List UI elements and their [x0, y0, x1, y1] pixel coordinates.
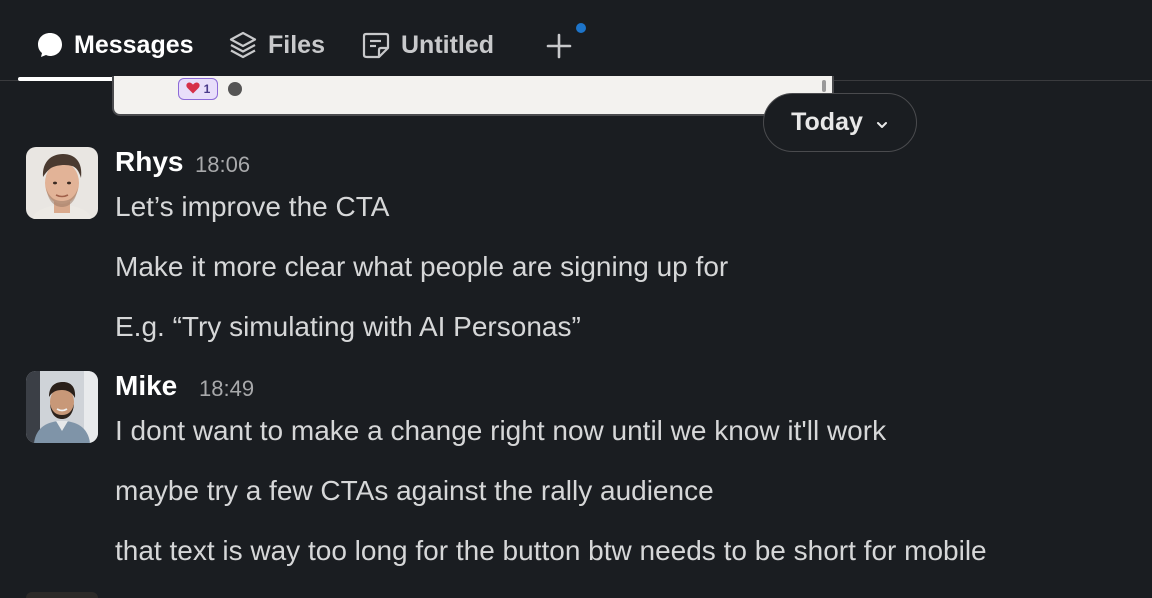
- tab-label: Files: [268, 30, 325, 59]
- add-reaction-icon[interactable]: [228, 82, 242, 96]
- reaction-chip[interactable]: 1: [178, 78, 218, 100]
- attachment-preview[interactable]: 1: [112, 76, 834, 116]
- avatar[interactable]: [26, 147, 98, 219]
- message-timestamp[interactable]: 18:49: [199, 376, 254, 402]
- scrollbar-thumb[interactable]: [822, 80, 826, 92]
- heart-icon: [186, 82, 200, 97]
- new-activity-indicator: [576, 23, 586, 33]
- message-text: that text is way too long for the button…: [115, 535, 987, 566]
- tab-untitled[interactable]: Untitled: [361, 22, 494, 68]
- chevron-down-icon: [875, 108, 889, 137]
- reaction-count: 1: [203, 82, 211, 96]
- avatar[interactable]: [26, 592, 98, 598]
- layers-icon: [228, 30, 258, 60]
- tab-files[interactable]: Files: [228, 22, 325, 68]
- message-text: maybe try a few CTAs against the rally a…: [115, 475, 714, 506]
- plus-icon: [543, 33, 575, 66]
- message-bubble-icon: [36, 31, 64, 59]
- date-label: Today: [791, 108, 863, 136]
- date-divider-button[interactable]: Today: [763, 93, 917, 152]
- tab-label: Untitled: [401, 30, 495, 59]
- tab-label: Messages: [74, 30, 194, 59]
- message-sender[interactable]: Mike: [115, 370, 177, 402]
- message-text: E.g. “Try simulating with AI Personas”: [115, 311, 581, 342]
- tab-bar: Messages Files Untitled: [0, 0, 1152, 81]
- message-text: I dont want to make a change right now u…: [115, 415, 887, 446]
- avatar[interactable]: [26, 371, 98, 443]
- message-text: Let’s improve the CTA: [115, 191, 390, 222]
- canvas-note-icon: [361, 30, 391, 60]
- message-text: Make it more clear what people are signi…: [115, 251, 729, 282]
- message-sender[interactable]: Rhys: [115, 146, 183, 178]
- tab-messages[interactable]: Messages: [36, 22, 194, 68]
- message-timestamp[interactable]: 18:06: [195, 152, 250, 178]
- add-tab-button[interactable]: [543, 30, 575, 62]
